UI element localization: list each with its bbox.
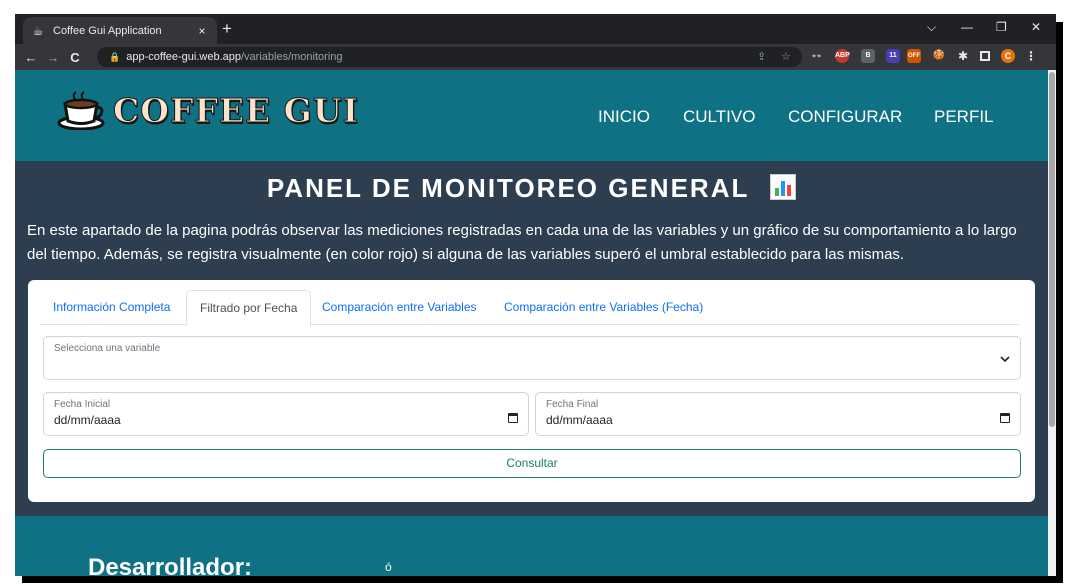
start-date-label: Fecha Inicial	[54, 399, 111, 410]
tab-comparacion-variables[interactable]: Comparación entre Variables	[309, 290, 490, 325]
adblock-extension-icon[interactable]: ABP	[835, 49, 850, 63]
tab-search-icon[interactable]: ⌵	[927, 20, 936, 35]
footer-partial-text: ó	[385, 560, 392, 574]
end-date-label: Fecha Final	[546, 399, 599, 410]
variable-select[interactable]: Selecciona una variable	[43, 336, 1021, 380]
extensions-puzzle-icon[interactable]: ✱	[956, 49, 970, 63]
bar-chart-icon	[770, 174, 797, 200]
calendar-icon[interactable]	[1000, 413, 1010, 423]
end-date-input[interactable]: Fecha Final dd/mm/aaaa	[535, 392, 1021, 436]
brand-name: COFFEE GUI	[112, 90, 360, 130]
url-host: app-coffee-gui.web.app	[126, 51, 241, 63]
site-footer: Desarrollador: ó	[15, 516, 1048, 576]
intro-paragraph: En este apartado de la pagina podrás obs…	[27, 222, 1017, 263]
reload-button[interactable]: C	[64, 50, 86, 65]
url-path: /variables/monitoring	[241, 51, 343, 63]
calendar-icon[interactable]	[508, 413, 518, 423]
scrollbar-thumb[interactable]	[1049, 72, 1055, 427]
window-shadow-right	[1056, 22, 1063, 580]
calendar-extension-icon[interactable]: 11	[886, 49, 900, 63]
monitoring-card: Información Completa Filtrado por Fecha …	[28, 280, 1035, 502]
brand-logo[interactable]: COFFEE GUI	[57, 90, 360, 131]
browser-tab[interactable]: ☕ Coffee Gui Application ×	[23, 17, 217, 44]
side-panel-icon[interactable]	[978, 49, 992, 63]
tab-informacion-completa[interactable]: Información Completa	[40, 290, 183, 325]
nav-link-cultivo[interactable]: CULTIVO	[683, 107, 755, 127]
tab-close-icon[interactable]: ×	[195, 24, 209, 38]
site-navbar: COFFEE GUI INICIO CULTIVO CONFIGURAR PER…	[15, 70, 1048, 161]
profile-avatar[interactable]: C	[1001, 49, 1015, 63]
tab-filtrado-por-fecha[interactable]: Filtrado por Fecha	[186, 290, 312, 326]
tab-comparacion-variables-fecha[interactable]: Comparación entre Variables (Fecha)	[491, 290, 716, 325]
minimize-button[interactable]: —	[961, 20, 973, 34]
new-tab-button[interactable]: +	[222, 20, 232, 37]
coffee-favicon-icon: ☕	[32, 23, 44, 38]
start-date-value: dd/mm/aaaa	[54, 413, 121, 427]
back-button[interactable]: ←	[20, 50, 42, 65]
window-shadow-bottom	[22, 576, 1063, 583]
consultar-button[interactable]: Consultar	[43, 449, 1021, 478]
nav-link-configurar[interactable]: CONFIGURAR	[788, 107, 902, 127]
web-page: COFFEE GUI INICIO CULTIVO CONFIGURAR PER…	[15, 70, 1048, 576]
nav-link-inicio[interactable]: INICIO	[598, 107, 650, 127]
tab-title: Coffee Gui Application	[53, 24, 162, 37]
coffee-cup-icon	[57, 90, 105, 131]
glasses-extension-icon[interactable]: 👓	[810, 49, 824, 63]
browser-menu-icon[interactable]: ⋮	[1024, 49, 1038, 63]
share-icon[interactable]: ⇪	[757, 50, 766, 63]
address-bar[interactable]: 🔒 app-coffee-gui.web.app /variables/moni…	[97, 47, 802, 67]
lock-icon: 🔒	[109, 51, 121, 62]
forward-button[interactable]: →	[42, 50, 64, 65]
tab-strip: ☕ Coffee Gui Application × + ⌵ — ❐ ✕	[15, 14, 1056, 44]
developer-heading: Desarrollador:	[88, 554, 253, 576]
end-date-value: dd/mm/aaaa	[546, 413, 613, 427]
page-scrollbar[interactable]	[1048, 70, 1056, 576]
off-extension-icon[interactable]: OFF	[907, 49, 921, 63]
bookmark-star-icon[interactable]: ☆	[781, 50, 791, 63]
restore-button[interactable]: ❐	[996, 20, 1007, 34]
b-extension-icon[interactable]: B	[861, 49, 875, 63]
browser-window: ☕ Coffee Gui Application × + ⌵ — ❐ ✕ ← →…	[15, 14, 1056, 576]
chevron-down-icon	[1000, 351, 1010, 363]
card-tabs: Información Completa Filtrado por Fecha …	[40, 290, 1020, 326]
close-window-button[interactable]: ✕	[1031, 20, 1041, 34]
page-title: PANEL DE MONITOREO GENERAL	[15, 173, 1048, 204]
page-title-text: PANEL DE MONITOREO GENERAL	[266, 173, 749, 203]
cookie-extension-icon[interactable]: 🍪	[932, 49, 946, 63]
start-date-input[interactable]: Fecha Inicial dd/mm/aaaa	[43, 392, 529, 436]
nav-link-perfil[interactable]: PERFIL	[934, 107, 994, 127]
variable-select-label: Selecciona una variable	[54, 343, 161, 354]
browser-toolbar: ← → C 🔒 app-coffee-gui.web.app /variable…	[15, 44, 1056, 70]
